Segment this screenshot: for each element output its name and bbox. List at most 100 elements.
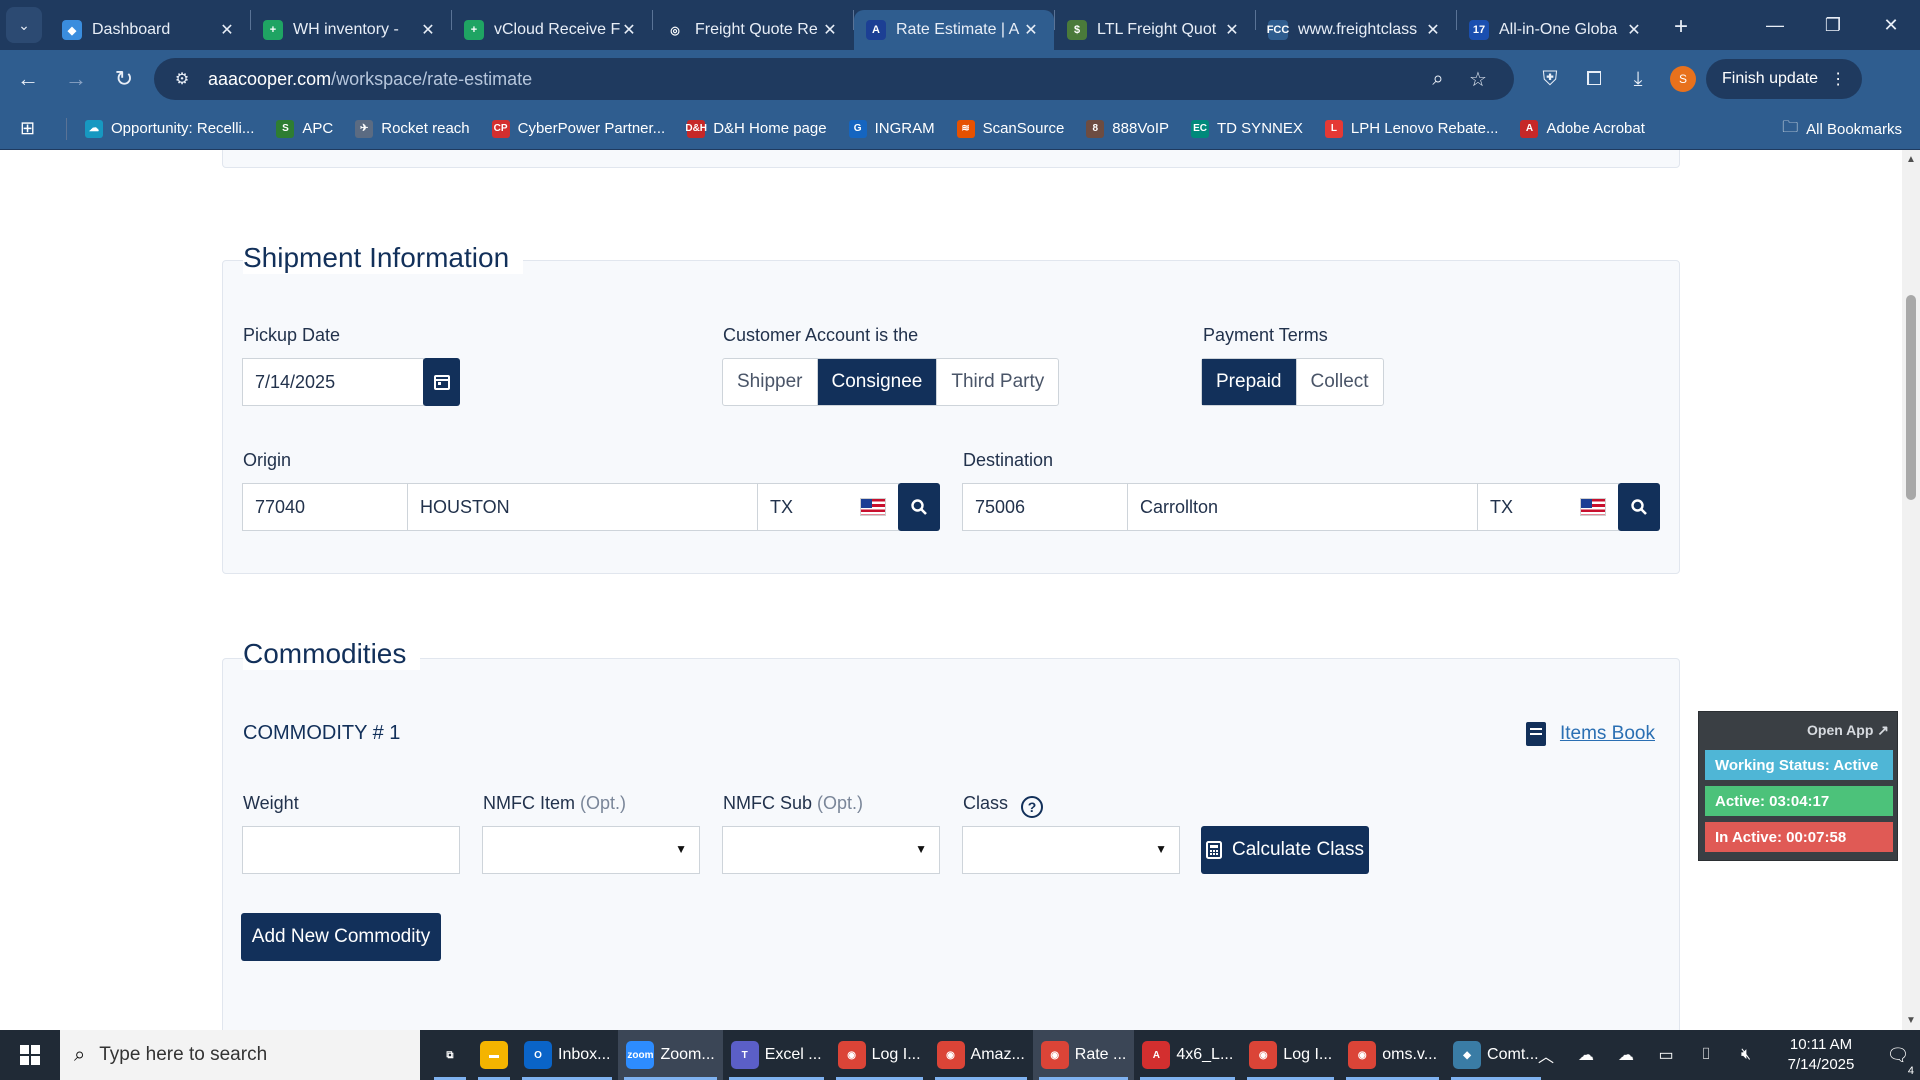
site-info-icon[interactable]: ⚙ <box>170 69 194 89</box>
taskbar-app[interactable]: ◉ Log I... <box>830 1030 929 1080</box>
apps-grid-icon[interactable]: ⊞ <box>20 118 44 139</box>
browser-tab[interactable]: A Rate Estimate | A ✕ <box>854 10 1054 50</box>
tray-overflow-chevron-icon[interactable]: ︿ <box>1526 1043 1566 1067</box>
open-app-link[interactable]: Open App ↗ <box>1807 722 1889 739</box>
consignee-option[interactable]: Consignee <box>817 359 938 405</box>
zoom-magnifier-icon[interactable]: ⌕ <box>1418 68 1458 91</box>
forward-arrow-icon[interactable]: → <box>56 59 96 99</box>
collect-option[interactable]: Collect <box>1297 359 1383 405</box>
bookmark-item[interactable]: A Adobe Acrobat <box>1520 119 1645 138</box>
origin-city-input[interactable]: HOUSTON <box>407 483 758 531</box>
bookmark-item[interactable]: ☁ Opportunity: Recelli... <box>85 119 254 138</box>
close-window-icon[interactable]: ✕ <box>1862 0 1920 50</box>
bookmark-favicon-icon: EC <box>1191 119 1210 138</box>
items-book-link[interactable]: Items Book <box>1525 722 1655 746</box>
pickup-date-input[interactable]: 7/14/2025 <box>242 358 424 406</box>
previous-section-card <box>222 150 1680 168</box>
bookmark-star-icon[interactable]: ☆ <box>1458 67 1498 92</box>
nmfc-item-select[interactable]: ▼ <box>482 826 700 874</box>
destination-search-button[interactable] <box>1618 483 1660 531</box>
bookmark-item[interactable]: CP CyberPower Partner... <box>491 119 665 138</box>
calculate-class-button[interactable]: Calculate Class <box>1201 826 1369 874</box>
prepaid-option[interactable]: Prepaid <box>1202 359 1297 405</box>
bookmark-item[interactable]: S APC <box>276 119 333 138</box>
browser-tab[interactable]: ◎ Freight Quote Re ✕ <box>653 10 853 50</box>
help-question-icon[interactable]: ? <box>1021 796 1044 818</box>
taskbar-app[interactable]: T Excel ... <box>723 1030 830 1080</box>
bookmark-item[interactable]: 8 888VoIP <box>1086 119 1169 138</box>
origin-search-button[interactable] <box>898 483 940 531</box>
restore-icon[interactable]: ❐ <box>1804 0 1862 50</box>
tab-close-icon[interactable]: ✕ <box>1424 20 1442 40</box>
bookmark-item[interactable]: ≋ ScanSource <box>956 119 1064 138</box>
tab-search-chevron-icon[interactable]: ⌄ <box>6 7 42 43</box>
profile-avatar[interactable]: S <box>1670 66 1696 92</box>
taskbar-app[interactable]: zoom Zoom... <box>618 1030 723 1080</box>
bookmark-item[interactable]: ✈ Rocket reach <box>355 119 470 138</box>
browser-tab[interactable]: $ LTL Freight Quot ✕ <box>1055 10 1255 50</box>
shipper-option[interactable]: Shipper <box>723 359 818 405</box>
origin-zip-input[interactable]: 77040 <box>242 483 408 531</box>
onedrive-business-icon[interactable]: ☁ <box>1606 1045 1646 1065</box>
downloads-icon[interactable]: ⤓ <box>1616 57 1660 101</box>
browser-tab[interactable]: 17 All-in-One Globa ✕ <box>1457 10 1657 50</box>
bookmark-item[interactable]: EC TD SYNNEX <box>1191 119 1303 138</box>
scroll-up-arrow-icon[interactable]: ▲ <box>1906 154 1916 165</box>
tab-close-icon[interactable]: ✕ <box>218 20 236 40</box>
onedrive-icon[interactable]: ☁ <box>1566 1045 1606 1065</box>
taskbar-app[interactable]: O Inbox... <box>516 1030 618 1080</box>
weight-label: Weight <box>243 793 299 813</box>
origin-state-input[interactable]: TX <box>757 483 899 531</box>
tab-close-icon[interactable]: ✕ <box>1625 20 1643 40</box>
bookmark-item[interactable]: L LPH Lenovo Rebate... <box>1324 119 1498 138</box>
tab-close-icon[interactable]: ✕ <box>1022 20 1040 40</box>
taskbar-search-box[interactable]: ⌕ Type here to search <box>60 1030 420 1080</box>
class-select[interactable]: ▼ <box>962 826 1180 874</box>
new-tab-plus-icon[interactable]: + <box>1663 9 1699 45</box>
tab-close-icon[interactable]: ✕ <box>821 20 839 40</box>
minimize-icon[interactable]: — <box>1746 0 1804 50</box>
browser-tab[interactable]: ◆ Dashboard ✕ <box>50 10 250 50</box>
finish-update-button[interactable]: Finish update ⋮ <box>1706 59 1863 99</box>
vpn-extension-icon[interactable]: ⛨ <box>1528 57 1572 101</box>
third-party-option[interactable]: Third Party <box>937 359 1058 405</box>
taskbar-clock[interactable]: 10:11 AM 7/14/2025 <box>1766 1035 1876 1075</box>
network-icon[interactable]: ⌷ <box>1686 1046 1726 1064</box>
taskbar-app[interactable]: ◉ Amaz... <box>929 1030 1033 1080</box>
back-arrow-icon[interactable]: ← <box>8 59 48 99</box>
browser-tab[interactable]: + WH inventory - ✕ <box>251 10 451 50</box>
destination-zip-input[interactable]: 75006 <box>962 483 1128 531</box>
browser-tab[interactable]: FCC www.freightclass ✕ <box>1256 10 1456 50</box>
reload-icon[interactable]: ↻ <box>104 59 144 99</box>
tab-close-icon[interactable]: ✕ <box>419 20 437 40</box>
extensions-puzzle-icon[interactable]: ⧠ <box>1572 57 1616 101</box>
destination-city-input[interactable]: Carrollton <box>1127 483 1478 531</box>
taskbar-app[interactable]: ◉ Rate ... <box>1032 1030 1135 1080</box>
add-new-commodity-button[interactable]: Add New Commodity <box>241 913 441 961</box>
scrollbar-thumb[interactable] <box>1906 295 1916 500</box>
book-icon <box>1525 722 1546 746</box>
weight-input[interactable] <box>242 826 460 874</box>
taskbar-app[interactable]: ◉ oms.v... <box>1340 1030 1445 1080</box>
bookmark-item[interactable]: G INGRAM <box>848 119 935 138</box>
tab-close-icon[interactable]: ✕ <box>1223 20 1241 40</box>
tab-close-icon[interactable]: ✕ <box>620 20 638 40</box>
address-bar[interactable]: ⚙ aaacooper.com/workspace/rate-estimate … <box>154 58 1514 100</box>
taskbar-app[interactable]: ▬ <box>472 1030 516 1080</box>
page-scrollbar[interactable]: ▲ ▼ <box>1902 150 1920 1030</box>
volume-muted-icon[interactable]: 🔇︎ <box>1726 1046 1766 1064</box>
bookmark-item[interactable]: D&H D&H Home page <box>685 119 827 138</box>
battery-icon[interactable]: ▭ <box>1646 1045 1686 1065</box>
all-bookmarks-button[interactable]: 🗀 All Bookmarks <box>1782 108 1902 150</box>
destination-state-input[interactable]: TX <box>1477 483 1619 531</box>
notification-center-icon[interactable]: 🗨︎ 4 <box>1876 1045 1920 1077</box>
taskbar-app[interactable]: A 4x6_L... <box>1134 1030 1241 1080</box>
browser-tab[interactable]: + vCloud Receive F ✕ <box>452 10 652 50</box>
calendar-button[interactable] <box>423 358 460 406</box>
nmfc-sub-select[interactable]: ▼ <box>722 826 940 874</box>
scroll-down-arrow-icon[interactable]: ▼ <box>1906 1015 1916 1026</box>
working-status-row: Working Status: Active <box>1705 750 1893 780</box>
start-button[interactable] <box>0 1030 60 1080</box>
taskbar-app[interactable]: ⧉ <box>428 1030 472 1080</box>
taskbar-app[interactable]: ◉ Log I... <box>1241 1030 1340 1080</box>
